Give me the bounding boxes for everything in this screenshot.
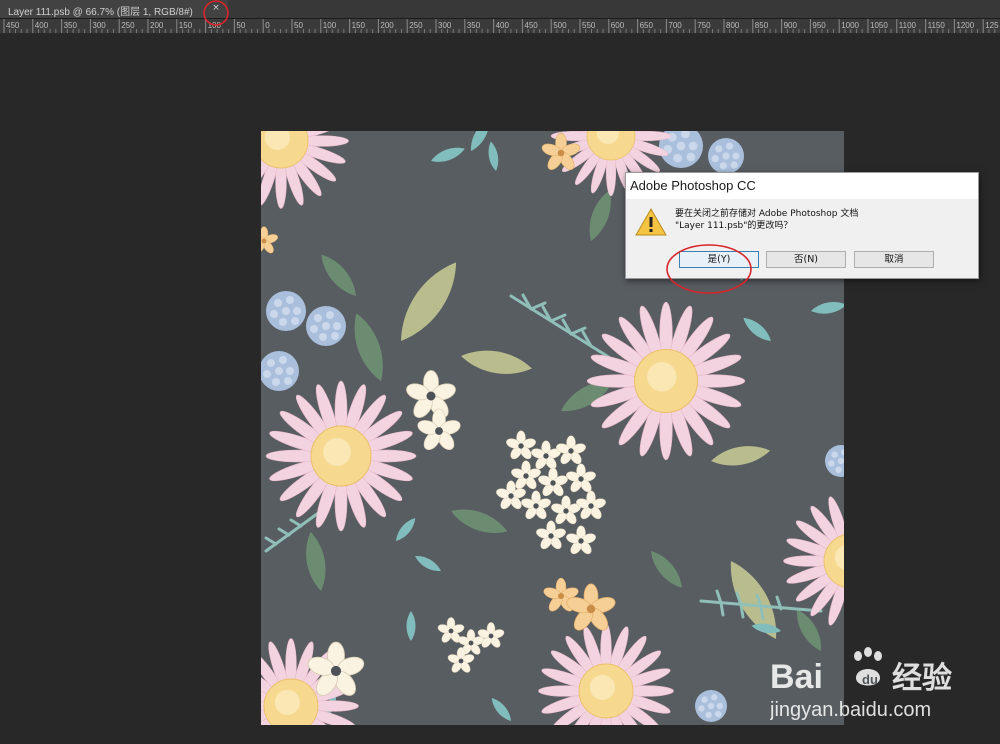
ruler-label: 350 [467,21,481,30]
ruler-label: 100 [208,21,222,30]
ruler-label: 900 [784,21,798,30]
ruler-label: 0 [265,21,270,30]
ruler-label: 1100 [899,21,917,30]
ruler-label: 350 [64,21,78,30]
ruler-label: 400 [35,21,49,30]
document-tab-title: Layer 111.psb @ 66.7% (图层 1, RGB/8#) [8,7,193,18]
watermark-url: jingyan.baidu.com [770,699,931,721]
ruler-label: 750 [697,21,711,30]
ruler-label: 50 [236,21,245,30]
svg-text:Bai: Bai [770,658,823,696]
ruler-label: 100 [323,21,337,30]
ruler-label: 1000 [841,21,859,30]
ruler-label: 450 [6,21,20,30]
no-button[interactable]: 否(N) [766,251,846,268]
svg-text:经验: 经验 [892,661,952,696]
horizontal-ruler: 450 400 350 300 250 200 150 100 50 0 50 100 150 200 25… [0,19,1000,34]
dialog-message-line2: "Layer 111.psb"的更改吗？ [675,221,793,231]
ruler-label: 300 [92,21,106,30]
baidu-logo: Bai du 经验 jingyan.baidu.com [769,647,952,721]
ruler-label: 300 [438,21,452,30]
dialog-title: Adobe Photoshop CC [630,178,756,193]
yes-button[interactable]: 是(Y) [679,251,759,268]
ruler-label: 650 [640,21,654,30]
ruler-label: 150 [179,21,193,30]
ruler-label: 550 [582,21,596,30]
ruler-label: 1150 [928,21,946,30]
ruler-label: 1050 [870,21,888,30]
ruler-label: 400 [496,21,510,30]
ruler-ticks: 450 400 350 300 250 200 150 100 50 0 50 100 150 200 25… [3,19,999,33]
ruler-label: 850 [755,21,769,30]
baidu-jingyan-watermark: Bai du 经验 jingyan.baidu.com [769,636,995,726]
ruler-label: 700 [668,21,682,30]
svg-text:du: du [862,672,878,687]
ruler-label: 450 [524,21,538,30]
ruler-label: 600 [611,21,625,30]
ruler-label: 800 [726,21,740,30]
ruler-label: 250 [121,21,135,30]
ruler-label: 950 [812,21,826,30]
ruler-label: 50 [294,21,303,30]
document-tab[interactable]: Layer 111.psb @ 66.7% (图层 1, RGB/8#) × [0,0,228,18]
save-changes-dialog: Adobe Photoshop CC 要在关闭之前存储对 Adobe Photo… [625,172,979,279]
dialog-message: 要在关闭之前存储对 Adobe Photoshop 文档 "Layer 111.… [675,208,965,232]
document-tab-bar: Layer 111.psb @ 66.7% (图层 1, RGB/8#) × [0,0,1000,19]
close-tab-icon[interactable]: × [210,2,222,14]
ruler-label: 250 [409,21,423,30]
warning-icon [635,207,667,236]
ruler-label: 200 [150,21,164,30]
dialog-titlebar[interactable]: Adobe Photoshop CC [626,173,978,199]
dialog-message-line1: 要在关闭之前存储对 Adobe Photoshop 文档 [675,209,859,219]
cancel-button[interactable]: 取消 [854,251,934,268]
ruler-label: 1200 [956,21,974,30]
ruler-label: 125 [985,21,999,30]
ruler-label: 500 [553,21,567,30]
ruler-label: 200 [380,21,394,30]
ruler-label: 150 [352,21,366,30]
